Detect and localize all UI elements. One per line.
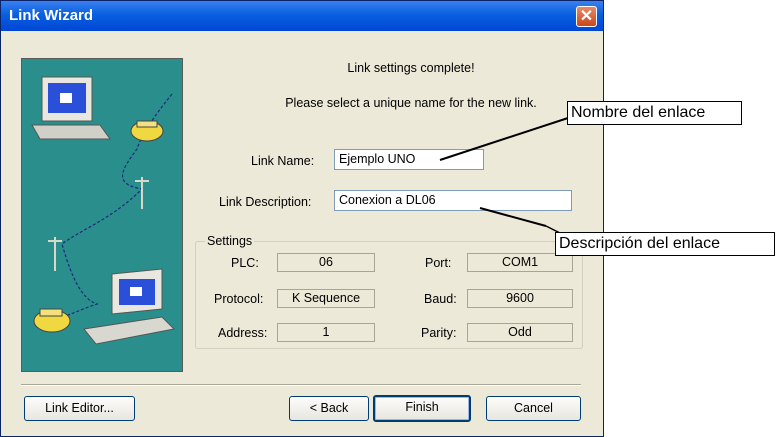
description-callout: Descripción del enlace — [555, 232, 775, 256]
name-callout: Nombre del enlace — [567, 101, 742, 125]
callout-lines — [439, 117, 569, 234]
